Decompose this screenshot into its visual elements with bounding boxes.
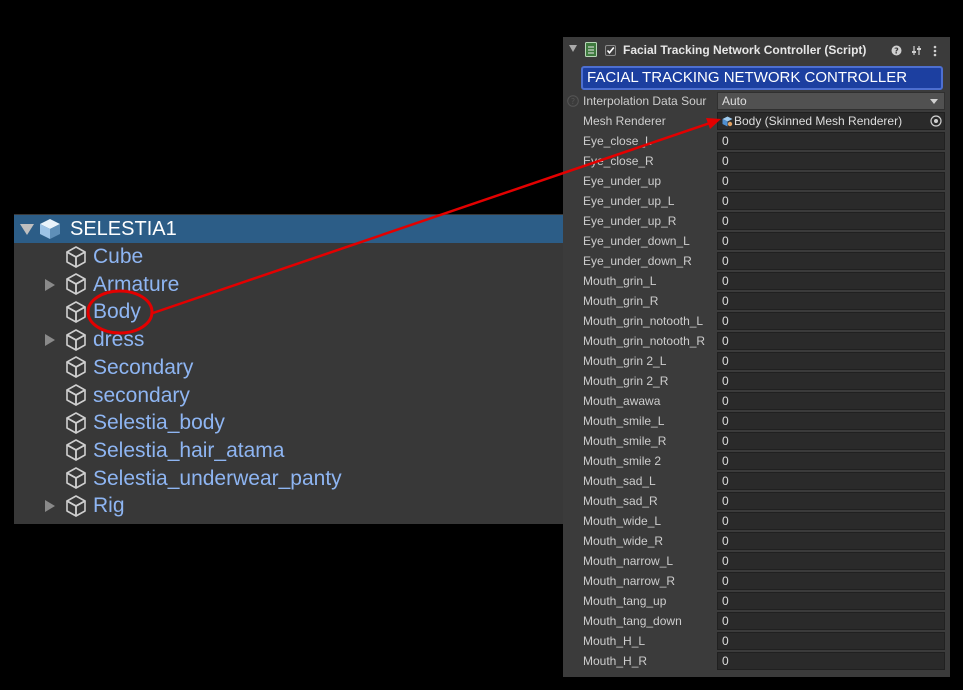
arrowhead-icon xyxy=(706,118,721,129)
annotation-overlay xyxy=(86,118,721,335)
annotation-arrow xyxy=(152,121,711,315)
highlight-circle xyxy=(86,289,154,335)
